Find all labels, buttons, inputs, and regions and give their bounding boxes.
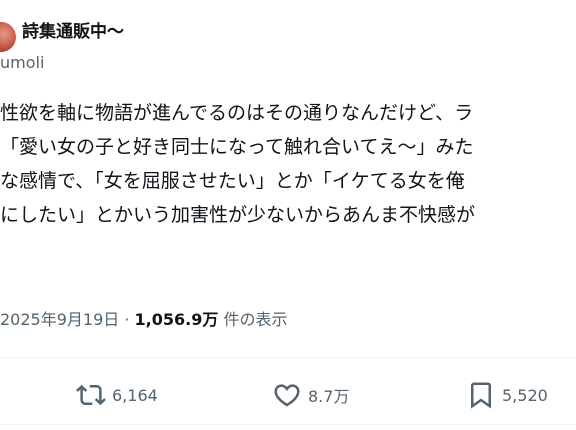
tweet-meta: 2025年9月19日 · 1,056.9万 件の表示 [0,306,287,330]
meta-separator: · [124,310,130,329]
user-handle[interactable]: umoli [0,53,44,72]
retweet-button[interactable]: 6,164 [76,378,158,412]
heart-icon [274,384,300,407]
tweet-date[interactable]: 2025年9月19日 [0,310,119,329]
display-name[interactable]: 詩集通販中〜 [22,17,124,42]
tweet-text-line: 「愛い女の子と好き同士になって触れ合いてえ〜」みた [0,136,474,158]
retweet-count: 6,164 [112,385,158,405]
views-label: 件の表示 [223,310,288,329]
tweet-text: 性欲を軸に物語が進んでるのはその通りなんだけど、ラ 「愛い女の子と好き同士になっ… [0,96,576,232]
action-bar: 6,164 8.7万 5,520 [0,370,576,420]
divider [0,357,576,358]
tweet-card: 詩集通販中〜 umoli 性欲を軸に物語が進んでるのはその通りなんだけど、ラ 「… [0,0,576,430]
retweet-icon [76,384,106,406]
divider [0,424,576,425]
like-button[interactable]: 8.7万 [272,378,349,412]
views-count: 1,056.9万 [134,310,219,329]
tweet-text-line: 性欲を軸に物語が進んでるのはその通りなんだけど、ラ [0,102,474,124]
like-count: 8.7万 [308,387,350,406]
bookmark-button[interactable]: 5,520 [466,378,548,412]
avatar[interactable] [0,22,16,52]
tweet-text-line: にしたい」とかいう加害性が少ないからあんま不快感が [0,204,476,226]
bookmark-count: 5,520 [502,385,548,405]
bookmark-icon [471,382,491,409]
tweet-text-line: な感情で、「女を屈服させたい」とか「イケてる女を俺 [0,170,465,192]
